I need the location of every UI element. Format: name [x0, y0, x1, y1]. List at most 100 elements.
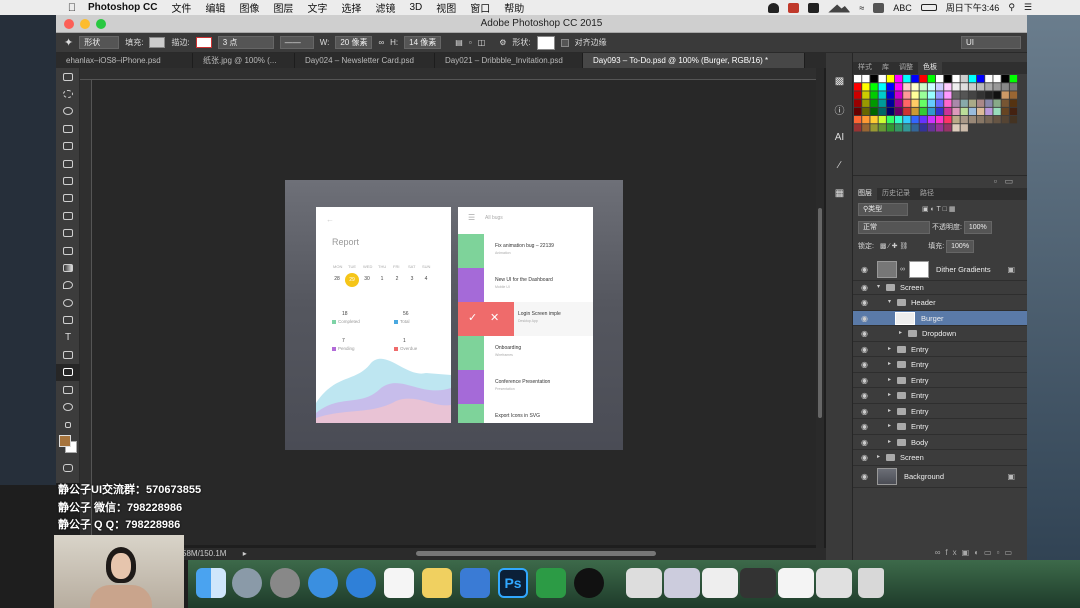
color-swatch[interactable]	[886, 99, 895, 107]
color-panel-icon[interactable]: ▩	[826, 67, 853, 95]
color-swatch[interactable]	[985, 75, 993, 83]
window-thumbnail[interactable]	[626, 568, 662, 598]
color-swatch[interactable]	[1001, 99, 1009, 107]
color-swatch[interactable]	[1001, 83, 1009, 91]
burger-icon[interactable]: ☰	[468, 213, 475, 222]
expand-caret-icon[interactable]: ▸	[888, 404, 891, 419]
color-swatch[interactable]	[977, 91, 985, 99]
color-swatch[interactable]	[968, 99, 977, 107]
tab-adjustments[interactable]: 调整	[894, 62, 918, 74]
input-source[interactable]: ABC	[893, 3, 912, 13]
color-swatch[interactable]	[960, 107, 968, 116]
minimize-icon[interactable]	[80, 19, 90, 29]
color-swatch[interactable]	[919, 99, 927, 107]
mask-link-icon[interactable]: ∞	[900, 259, 905, 281]
menu-help[interactable]: 帮助	[504, 0, 524, 15]
color-swatch[interactable]	[985, 99, 993, 107]
color-swatch[interactable]	[911, 116, 919, 124]
color-swatch[interactable]	[903, 99, 911, 107]
color-swatch[interactable]	[936, 124, 944, 132]
layer-row[interactable]: ◉ ▸ Entry	[853, 388, 1027, 404]
lock-icons[interactable]: ▩ ∕ ✚ ⛓	[880, 243, 908, 250]
color-swatch[interactable]	[977, 83, 985, 91]
adjustments-icon[interactable]: ▦	[826, 179, 853, 207]
link-layers-icon[interactable]: ∞	[935, 548, 946, 557]
color-swatch[interactable]	[919, 107, 927, 116]
todo-item[interactable]: Conference Presentation Presentation	[458, 370, 593, 404]
custom-shape-tool[interactable]	[56, 363, 80, 382]
expand-caret-icon[interactable]: ▸	[888, 435, 891, 450]
tab-invitation[interactable]: Day021 – Dribbble_Invitation.psd	[435, 53, 583, 68]
color-swatch[interactable]	[993, 91, 1001, 99]
color-swatch[interactable]	[985, 91, 993, 99]
todo-card[interactable]: ☰ All bugs Fix animation bug – 22139 Ani…	[458, 207, 593, 423]
color-swatch[interactable]	[960, 99, 968, 107]
width-field[interactable]: 20 像素	[335, 36, 373, 49]
dodge-tool[interactable]	[56, 294, 80, 311]
color-swatch[interactable]	[878, 83, 886, 91]
trash-dock-icon[interactable]	[858, 568, 884, 598]
check-icon[interactable]: ✓	[468, 311, 477, 324]
window-thumbnail[interactable]	[664, 568, 700, 598]
visibility-eye-icon[interactable]: ◉	[861, 419, 868, 434]
color-swatch[interactable]	[903, 91, 911, 99]
eyedropper-tool[interactable]	[56, 155, 80, 172]
vertical-scrollbar[interactable]	[816, 68, 824, 548]
tab-swatches[interactable]: 色板	[918, 62, 942, 74]
color-swatch[interactable]	[927, 116, 936, 124]
notes-icon[interactable]	[422, 568, 452, 598]
photoshop-icon[interactable]: Ps	[498, 568, 528, 598]
tab-libraries[interactable]: 库	[877, 62, 894, 74]
visibility-eye-icon[interactable]: ◉	[861, 326, 868, 341]
color-swatch[interactable]	[952, 99, 960, 107]
color-swatch[interactable]	[903, 124, 911, 132]
color-swatch[interactable]	[886, 107, 895, 116]
lasso-tool[interactable]	[56, 103, 80, 120]
mask-icon[interactable]: ▣	[962, 548, 975, 557]
color-swatch[interactable]	[985, 116, 993, 124]
qq-icon[interactable]	[574, 568, 604, 598]
color-swatch[interactable]	[927, 91, 936, 99]
zoom-icon[interactable]	[96, 19, 106, 29]
adjustment-layer-icon[interactable]: ◐	[974, 548, 984, 557]
brush-tool[interactable]	[56, 190, 80, 207]
a-app-icon[interactable]	[873, 2, 885, 13]
zoom-tool[interactable]	[56, 398, 80, 415]
workspace-select[interactable]: UI	[961, 36, 1021, 49]
color-swatch[interactable]	[895, 124, 903, 132]
clock[interactable]: 周日下午3:46	[946, 1, 1000, 14]
type-tool[interactable]: T	[56, 329, 80, 346]
color-swatch[interactable]	[968, 116, 977, 124]
date-number-today[interactable]: 29	[345, 273, 359, 287]
color-swatch[interactable]	[960, 75, 968, 83]
color-swatch[interactable]	[903, 75, 911, 83]
color-swatch[interactable]	[919, 91, 927, 99]
color-swatch[interactable]	[911, 107, 919, 116]
menu-type[interactable]: 文字	[307, 0, 327, 15]
height-field[interactable]: 14 像素	[404, 36, 442, 49]
color-swatch[interactable]	[993, 99, 1001, 107]
layer-row[interactable]: ◉ ▸ Entry	[853, 373, 1027, 389]
color-swatch[interactable]	[862, 75, 870, 83]
fill-field[interactable]: 100%	[946, 240, 975, 253]
color-swatch[interactable]	[870, 124, 878, 132]
visibility-eye-icon[interactable]: ◉	[861, 357, 868, 372]
color-swatch[interactable]	[977, 75, 985, 83]
date-number[interactable]: 4	[420, 276, 432, 282]
layer-row[interactable]: ◉ ▸ Dropdown	[853, 326, 1027, 342]
color-swatch[interactable]	[1009, 91, 1018, 99]
path-ops-icon[interactable]: ▤	[455, 38, 463, 47]
path-align-icon[interactable]: ▫	[469, 38, 472, 47]
color-swatch[interactable]	[878, 91, 886, 99]
camtasia-icon[interactable]	[536, 568, 566, 598]
stroke-type-select[interactable]: ——	[279, 36, 314, 49]
color-swatch[interactable]	[952, 91, 960, 99]
safari-icon[interactable]	[308, 568, 338, 598]
close-icon[interactable]	[64, 19, 74, 29]
color-swatch[interactable]	[944, 116, 952, 124]
horizontal-scroll-thumb[interactable]	[416, 551, 656, 556]
layer-row[interactable]: ◉ ▸ Entry	[853, 419, 1027, 435]
color-swatch[interactable]	[862, 107, 870, 116]
layer-row[interactable]: ◉ Burger	[853, 310, 1027, 327]
fx-icon[interactable]: fx	[945, 548, 961, 557]
